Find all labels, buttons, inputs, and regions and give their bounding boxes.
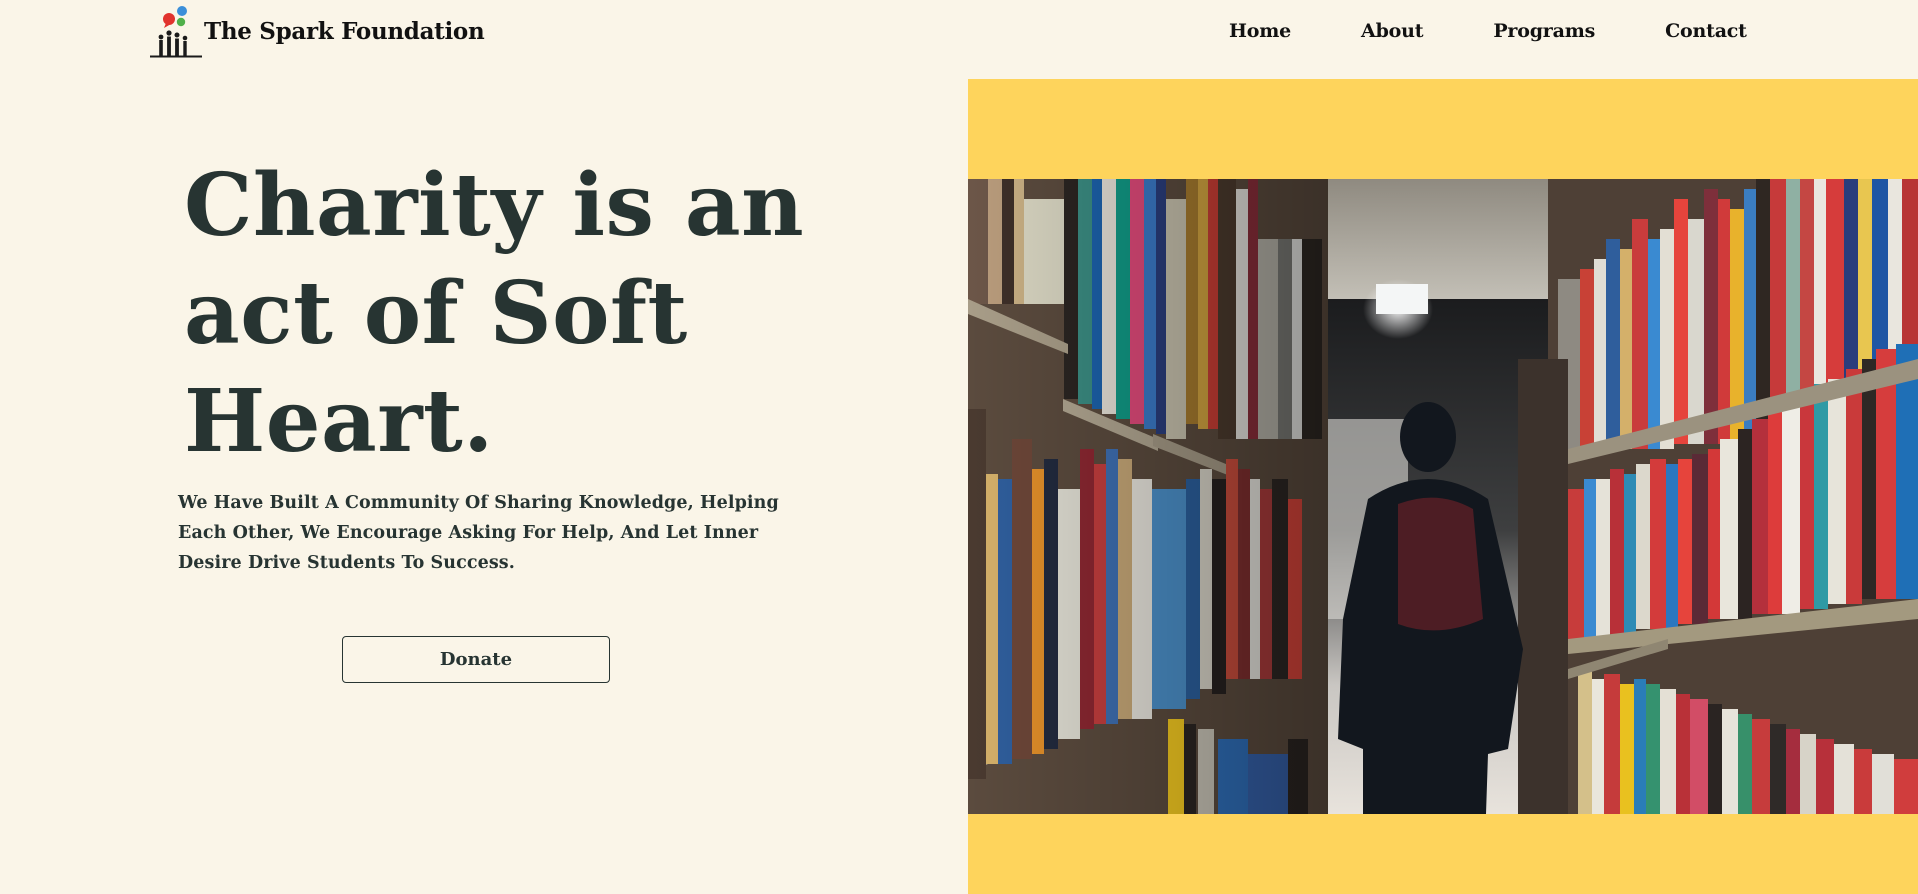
hero-title-line-2: act of Soft bbox=[184, 263, 688, 364]
hero-title-line-3: Heart. bbox=[184, 371, 494, 472]
site-header: The Spark Foundation Home About Programs… bbox=[0, 0, 1918, 70]
library-aisle-photo bbox=[968, 179, 1918, 814]
hero-title-line-1: Charity is an bbox=[184, 155, 805, 256]
nav-programs[interactable]: Programs bbox=[1493, 20, 1595, 42]
nav-about[interactable]: About bbox=[1361, 20, 1423, 42]
library-image bbox=[968, 179, 1918, 814]
nav-home[interactable]: Home bbox=[1229, 20, 1291, 42]
main-nav: Home About Programs Contact bbox=[1229, 20, 1747, 42]
logo-icon bbox=[150, 6, 202, 58]
hero-visual bbox=[968, 79, 1918, 894]
donate-button[interactable]: Donate bbox=[342, 636, 610, 683]
nav-contact[interactable]: Contact bbox=[1665, 20, 1747, 42]
hero-description: We Have Built A Community Of Sharing Kno… bbox=[178, 493, 779, 573]
brand-name: The Spark Foundation bbox=[204, 17, 485, 45]
brand-logo[interactable]: The Spark Foundation bbox=[150, 4, 485, 58]
hero-title: Charity is an act of Soft Heart. bbox=[184, 152, 904, 476]
